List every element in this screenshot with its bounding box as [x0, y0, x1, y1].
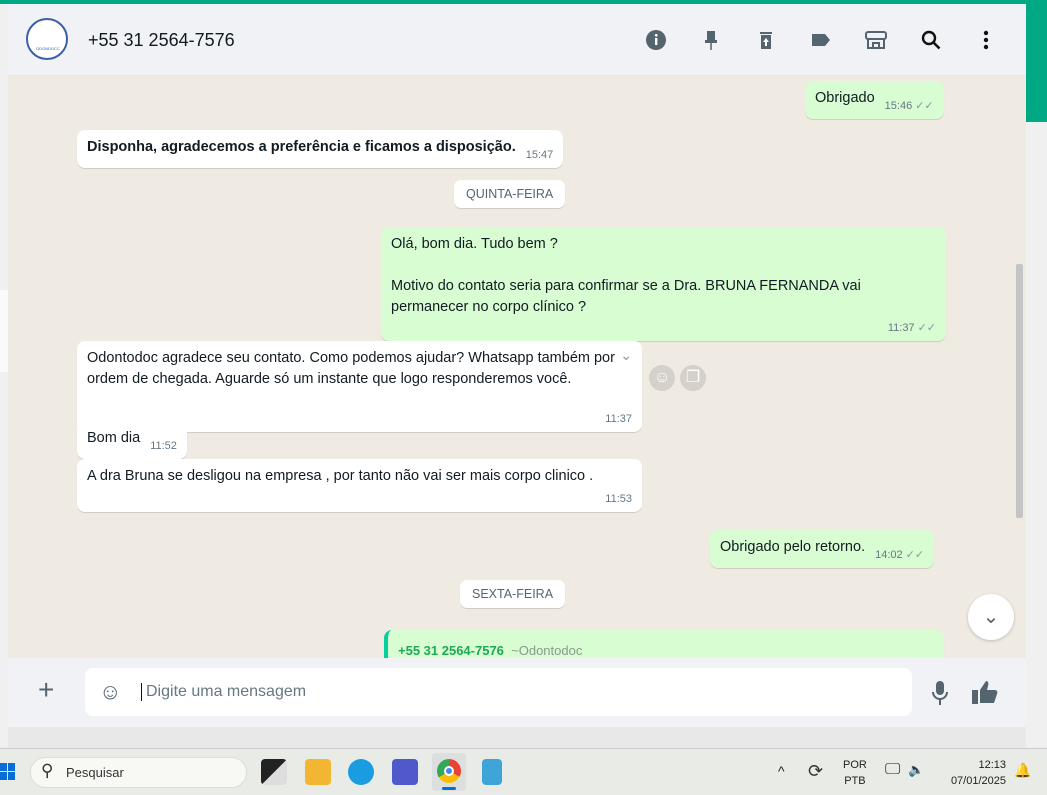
- message-text: Olá, bom dia. Tudo bem ?: [391, 236, 558, 252]
- pin-icon[interactable]: [699, 28, 723, 52]
- notification-icon[interactable]: 🔔: [1014, 762, 1031, 779]
- store-icon[interactable]: [864, 28, 888, 52]
- chat-area: Obrigado 15:46 ✓✓ Disponha, agradecemos a …: [8, 76, 1026, 658]
- volume-icon[interactable]: 🔈: [908, 762, 924, 778]
- chrome-icon: [437, 759, 461, 783]
- message-incoming[interactable]: A dra Bruna se desligou na empresa , por…: [77, 459, 642, 512]
- contact-name[interactable]: +55 31 2564-7576: [88, 30, 235, 51]
- forward-icon[interactable]: ❐: [680, 365, 706, 391]
- taskbar-search[interactable]: ⚲ Pesquisar: [30, 757, 247, 788]
- message-time: 11:37: [605, 413, 632, 425]
- thumbs-up-icon[interactable]: [971, 680, 999, 713]
- message-placeholder: Digite uma mensagem: [141, 683, 306, 701]
- date-divider: SEXTA-FEIRA: [460, 580, 566, 608]
- read-ticks-icon: ✓✓: [917, 322, 936, 334]
- message-outgoing[interactable]: Olá, bom dia. Tudo bem ? Motivo do contat…: [381, 227, 946, 341]
- message-input[interactable]: ☺ Digite uma mensagem: [85, 668, 912, 716]
- notepad-icon[interactable]: [482, 759, 502, 785]
- sender-phone: +55 31 2564-7576: [398, 643, 504, 658]
- message-text: A dra Bruna se desligou na empresa , por…: [87, 468, 594, 484]
- menu-icon[interactable]: [974, 28, 998, 52]
- message-incoming[interactable]: Bom dia 11:52: [77, 421, 187, 459]
- message-text: Obrigado pelo retorno.: [720, 539, 866, 555]
- emoji-react-icon[interactable]: ☺: [649, 365, 675, 391]
- scrollbar[interactable]: [1016, 264, 1023, 518]
- network-icon[interactable]: 🖵: [885, 761, 900, 779]
- info-icon[interactable]: [644, 28, 668, 52]
- teams-icon[interactable]: [392, 759, 418, 785]
- language-indicator[interactable]: POR PTB: [843, 759, 867, 787]
- task-view-icon[interactable]: [261, 759, 287, 785]
- file-explorer-icon[interactable]: [305, 759, 331, 785]
- avatar[interactable]: ODONDOCC: [26, 18, 68, 60]
- chevron-down-icon: ⌄: [982, 606, 1000, 628]
- chat-header: ODONDOCC +55 31 2564-7576: [8, 4, 1026, 76]
- background-strip: [1026, 0, 1047, 122]
- message-incoming[interactable]: Disponha, agradecemos a preferência e fi…: [77, 130, 564, 168]
- message-time: 14:02 ✓✓: [875, 549, 925, 561]
- sync-icon[interactable]: ⟳: [808, 761, 823, 782]
- chevron-down-icon[interactable]: ⌄: [620, 345, 632, 366]
- message-outgoing[interactable]: Obrigado 15:46 ✓✓: [805, 81, 944, 119]
- search-icon: ⚲: [41, 761, 54, 780]
- message-time: 15:47: [525, 149, 554, 161]
- start-icon[interactable]: [0, 763, 16, 781]
- message-time: 15:46 ✓✓: [884, 100, 934, 112]
- background-strip: [1026, 122, 1047, 748]
- attach-plus-icon[interactable]: +: [38, 676, 54, 704]
- chevron-up-icon[interactable]: ^: [778, 763, 785, 779]
- background-strip: [0, 290, 8, 372]
- message-text: Odontodoc agradece seu contato. Como pod…: [87, 350, 615, 387]
- sticker-icon[interactable]: ☺: [99, 679, 121, 705]
- read-ticks-icon: ✓✓: [915, 100, 934, 112]
- message-text: Bom dia: [87, 430, 141, 446]
- message-time: 11:37 ✓✓: [887, 322, 936, 334]
- sender-name: ~Odontodoc: [511, 643, 583, 658]
- date-divider: QUINTA-FEIRA: [454, 180, 566, 208]
- trash-icon[interactable]: [754, 28, 778, 52]
- message-time: 11:53: [605, 493, 632, 505]
- message-incoming[interactable]: Odontodoc agradece seu contato. Como pod…: [77, 341, 642, 432]
- composer: + ☺ Digite uma mensagem: [8, 658, 1026, 727]
- avatar-logo-text: ODONDOCC: [36, 46, 60, 51]
- edge-icon[interactable]: [348, 759, 374, 785]
- message-outgoing[interactable]: Obrigado pelo retorno. 14:02 ✓✓: [710, 530, 935, 568]
- message-text: Obrigado: [815, 90, 875, 106]
- chrome-taskbar-button[interactable]: [432, 753, 466, 791]
- taskbar: ⚲ Pesquisar ^ ⟳ POR PTB 🖵 🔈 12:13 07/01/202…: [0, 748, 1047, 795]
- label-icon[interactable]: [809, 28, 833, 52]
- message-text: Disponha, agradecemos a preferência e fi…: [87, 139, 516, 155]
- message-outgoing[interactable]: +55 31 2564-7576 ~Odontodoc: [384, 630, 944, 658]
- background-strip: [0, 4, 8, 748]
- message-text: Motivo do contato seria para confirmar s…: [391, 278, 861, 315]
- message-time: 11:52: [150, 440, 177, 452]
- scroll-down-button[interactable]: ⌄: [968, 594, 1014, 640]
- clock[interactable]: 12:13 07/01/2025: [951, 759, 1006, 787]
- microphone-icon[interactable]: [930, 680, 950, 713]
- read-ticks-icon: ✓✓: [905, 549, 925, 561]
- search-placeholder: Pesquisar: [66, 765, 124, 780]
- search-icon[interactable]: [919, 28, 943, 52]
